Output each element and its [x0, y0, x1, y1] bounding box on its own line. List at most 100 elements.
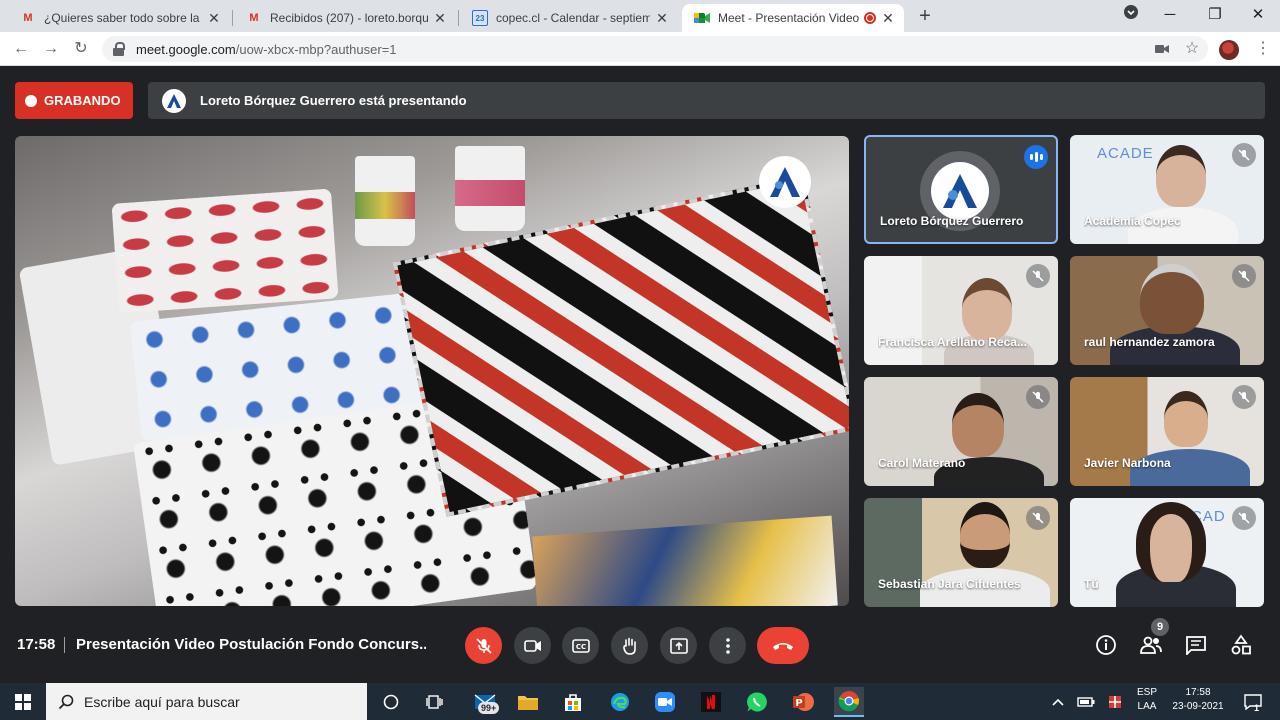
task-view-icon[interactable]	[420, 687, 450, 717]
participant-name: Academia Copec	[1084, 214, 1181, 228]
presentation-stage[interactable]	[15, 136, 849, 606]
reload-icon[interactable]: ↻	[70, 38, 92, 60]
url-omnibox[interactable]: meet.google.com/uow-xbcx-mbp?authuser=1	[102, 36, 1208, 62]
recording-tab-icon	[864, 12, 876, 24]
copec-logo-icon	[162, 88, 186, 113]
participant-name: Francisca Arellano Reca...	[878, 335, 1027, 349]
profile-avatar[interactable]	[1219, 40, 1239, 60]
tab-meet[interactable]: Meet - Presentación Video P ✕	[682, 4, 904, 32]
keyboard-layout: LAA	[1137, 701, 1157, 712]
participant-tile[interactable]: Sebastian Jara Cifuentes	[864, 498, 1058, 607]
participant-tile[interactable]: Loreto Bórquez Guerrero	[864, 135, 1058, 244]
person-face	[1156, 145, 1206, 207]
close-tab-icon[interactable]: ✕	[206, 10, 222, 26]
store-icon[interactable]	[558, 687, 588, 717]
close-tab-icon[interactable]: ✕	[880, 10, 896, 26]
system-time: 17:58	[1185, 687, 1211, 698]
person-face	[1136, 502, 1206, 582]
battery-icon[interactable]	[1071, 687, 1101, 717]
raise-hand-button[interactable]	[611, 627, 648, 664]
menu-kebab-icon[interactable]: ⋮	[1254, 40, 1272, 58]
activities-icon[interactable]	[1228, 632, 1254, 658]
calendar-icon: 23	[472, 10, 488, 26]
camera-toggle-button[interactable]	[514, 627, 551, 664]
present-screen-button[interactable]	[660, 627, 697, 664]
participant-tile[interactable]: raul hernandez zamora	[1070, 256, 1264, 365]
show-hidden-icons-icon[interactable]	[1043, 687, 1073, 717]
participant-name: Loreto Bórquez Guerrero	[880, 214, 1024, 228]
end-call-button[interactable]	[757, 627, 809, 664]
cortana-icon[interactable]	[376, 687, 406, 717]
close-tab-icon[interactable]: ✕	[654, 10, 670, 26]
minimize-button[interactable]: ─	[1156, 4, 1184, 26]
tab-title: ¿Quieres saber todo sobre la obe	[44, 11, 202, 25]
meeting-info-icon[interactable]	[1093, 632, 1119, 658]
participant-name: Javier Narbona	[1084, 456, 1171, 470]
tab-calendar[interactable]: 23 copec.cl - Calendar - septiembre ✕	[460, 4, 678, 32]
system-clock[interactable]: 17:58 23-09-2021	[1166, 687, 1230, 712]
mug-2	[455, 146, 525, 231]
url-host: meet.google.com	[136, 41, 236, 57]
bookmark-star-icon[interactable]: ☆	[1183, 40, 1201, 58]
mug-1	[355, 156, 415, 246]
windows-logo-icon	[15, 693, 31, 710]
meeting-title[interactable]: Presentación Video Postulación Fondo Con…	[76, 636, 426, 653]
person-face	[962, 278, 1012, 340]
camera-permission-icon[interactable]	[1153, 40, 1171, 58]
notifications-icon[interactable]	[1238, 687, 1268, 717]
more-options-button[interactable]	[709, 627, 746, 664]
person-face	[960, 502, 1010, 568]
meeting-clock: 17:58	[17, 636, 56, 653]
tab-title: copec.cl - Calendar - septiembre	[496, 11, 650, 25]
chrome-icon[interactable]	[834, 687, 864, 717]
svg-text:CC: CC	[575, 643, 585, 651]
close-tab-icon[interactable]: ✕	[432, 10, 448, 26]
new-tab-button[interactable]: +	[914, 6, 936, 28]
edge-icon[interactable]	[605, 687, 635, 717]
tab-search-icon[interactable]	[1117, 4, 1145, 26]
mail-badge: 99+	[478, 702, 500, 714]
search-icon	[58, 694, 74, 710]
powerpoint-icon[interactable]: P	[788, 687, 818, 717]
start-button[interactable]	[0, 683, 46, 720]
taskbar-search-box[interactable]: Escribe aquí para buscar	[46, 683, 367, 720]
captions-button[interactable]: CC	[562, 627, 599, 664]
tab-separator	[458, 10, 459, 26]
whatsapp-icon[interactable]	[742, 687, 772, 717]
person-face	[1140, 264, 1204, 334]
zoom-icon[interactable]	[650, 687, 680, 717]
participant-tile[interactable]: Carol Materano	[864, 377, 1058, 486]
tab-gmail-2[interactable]: M Recibidos (207) - loreto.borquez ✕	[234, 4, 456, 32]
security-shield-icon[interactable]	[1100, 687, 1130, 717]
forward-icon[interactable]: →	[40, 38, 62, 60]
meet-icon	[694, 10, 710, 26]
muted-mic-icon	[1026, 264, 1050, 288]
presenting-text: Loreto Bórquez Guerrero está presentando	[200, 93, 467, 108]
restore-button[interactable]: ❐	[1201, 4, 1229, 26]
participant-tile[interactable]: Javier Narbona	[1070, 377, 1264, 486]
participant-name: raul hernandez zamora	[1084, 335, 1215, 349]
url-text[interactable]: meet.google.com/uow-xbcx-mbp?authuser=1	[136, 42, 397, 57]
system-date: 23-09-2021	[1172, 701, 1224, 712]
back-icon[interactable]: ←	[10, 38, 32, 60]
mic-toggle-button[interactable]	[465, 627, 502, 664]
close-window-button[interactable]: ✕	[1244, 4, 1272, 26]
lock-icon[interactable]	[112, 42, 126, 56]
participant-tile[interactable]: ACADE Academia Copec	[1070, 135, 1264, 244]
person-face	[952, 393, 1004, 457]
fabric-lips	[111, 188, 339, 314]
recording-badge: GRABANDO	[15, 82, 133, 119]
recording-label: GRABANDO	[44, 93, 121, 108]
file-explorer-icon[interactable]	[513, 687, 543, 717]
gmail-icon: M	[249, 12, 259, 24]
participant-tile[interactable]: Francisca Arellano Reca...	[864, 256, 1058, 365]
browser-tab-strip: M ¿Quieres saber todo sobre la obe ✕ M R…	[0, 0, 1280, 32]
chat-icon[interactable]	[1183, 632, 1209, 658]
search-placeholder: Escribe aquí para buscar	[84, 693, 240, 710]
recording-dot-icon	[25, 94, 37, 107]
tab-gmail-1[interactable]: M ¿Quieres saber todo sobre la obe ✕	[8, 4, 230, 32]
netflix-icon[interactable]	[696, 687, 726, 717]
divider	[64, 637, 65, 653]
participant-tile[interactable]: ACAD Tú	[1070, 498, 1264, 607]
language-indicator[interactable]: ESP LAA	[1134, 687, 1160, 712]
